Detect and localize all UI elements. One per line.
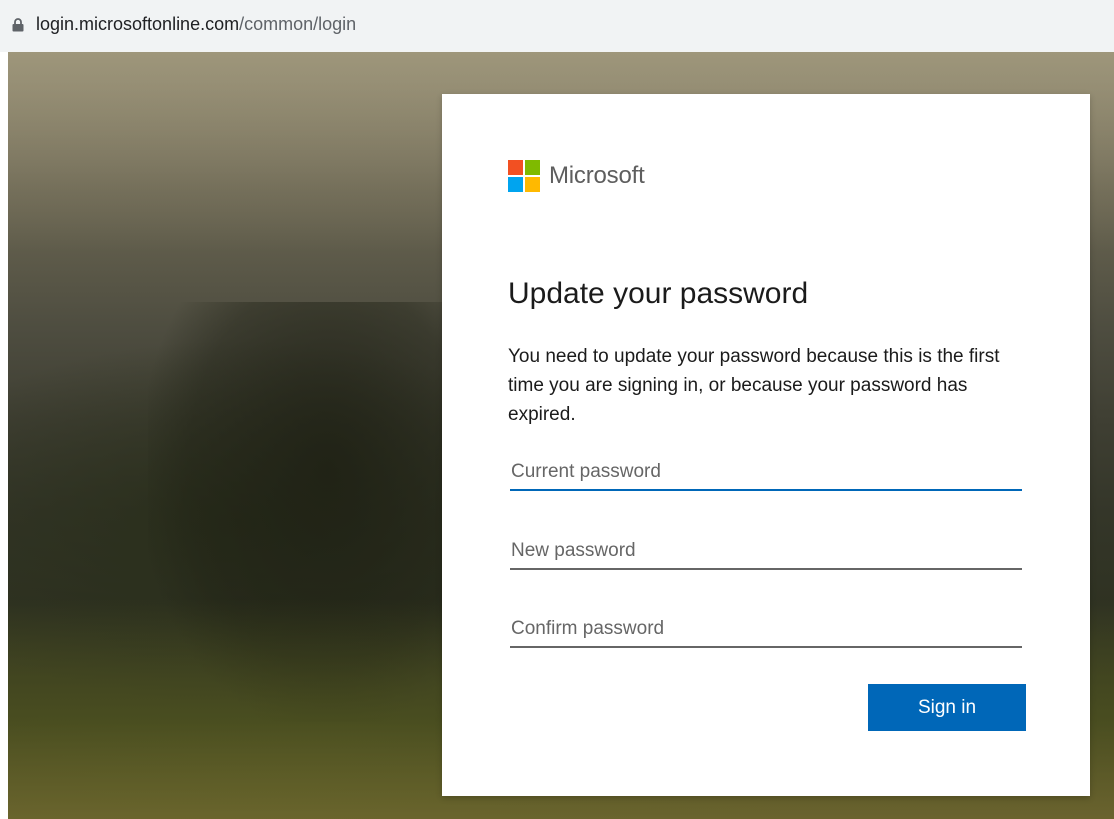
new-password-input[interactable] [510,534,1022,570]
url-text[interactable]: login.microsoftonline.com/common/login [36,14,356,35]
browser-url-bar[interactable]: login.microsoftonline.com/common/login [0,0,1114,52]
url-host: login.microsoftonline.com [36,14,240,34]
confirm-password-input[interactable] [510,612,1022,648]
microsoft-logo: Microsoft [508,160,645,192]
lock-icon[interactable] [12,18,24,32]
current-password-input[interactable] [510,455,1022,491]
logo-square-blue [508,177,523,192]
logo-square-yellow [525,177,540,192]
url-path: /common/login [239,14,357,34]
brand-name: Microsoft [549,162,645,189]
microsoft-logo-icon [508,160,540,192]
logo-square-red [508,160,523,175]
logo-square-green [525,160,540,175]
page-title: Update your password [508,277,809,310]
sign-in-card: Microsoft Update your password You need … [442,94,1090,796]
sign-in-button[interactable]: Sign in [868,684,1026,731]
page-description: You need to update your password because… [508,346,1000,425]
